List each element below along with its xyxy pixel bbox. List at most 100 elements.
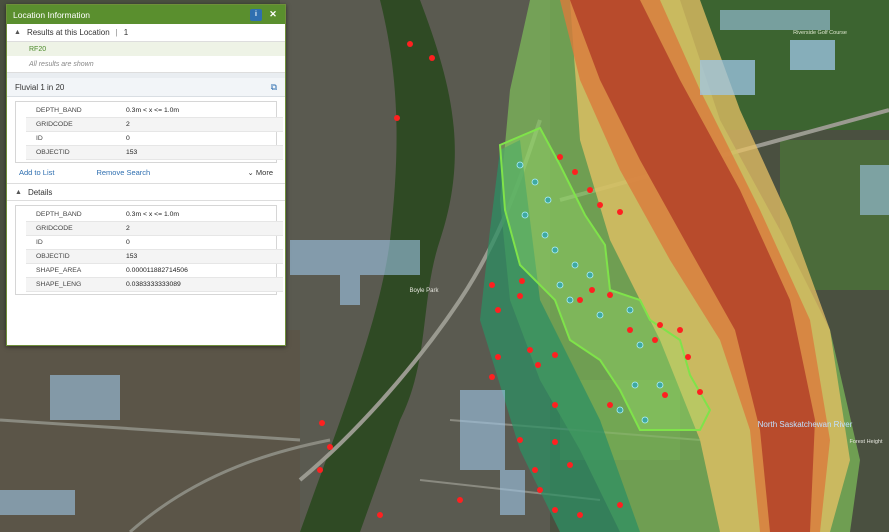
selected-location-point[interactable] <box>521 211 529 219</box>
close-icon[interactable]: ✕ <box>267 9 279 21</box>
location-point[interactable] <box>319 420 325 426</box>
location-point[interactable] <box>517 293 523 299</box>
location-point[interactable] <box>597 202 603 208</box>
location-point[interactable] <box>317 467 323 473</box>
location-point[interactable] <box>662 392 668 398</box>
selected-location-point[interactable] <box>551 246 559 254</box>
attribute-value: 0.3m < x <= 1.0m <box>116 208 283 222</box>
location-point[interactable] <box>327 444 333 450</box>
attribute-row: SHAPE_LENG 0.0383333333089 <box>26 277 283 292</box>
location-point[interactable] <box>617 209 623 215</box>
attribute-key: OBJECTID <box>26 145 116 160</box>
selected-location-point[interactable] <box>544 196 552 204</box>
flood-patch-blue <box>720 10 830 30</box>
results-header-label: Results at this Location <box>26 28 110 37</box>
chevron-up-icon: ▲ <box>14 29 21 36</box>
location-point[interactable] <box>495 307 501 313</box>
location-point[interactable] <box>552 439 558 445</box>
selected-location-point[interactable] <box>631 381 639 389</box>
location-point[interactable] <box>377 512 383 518</box>
location-point[interactable] <box>627 327 633 333</box>
result-item[interactable]: RF20 <box>7 42 285 56</box>
action-bar: Add to List Remove Search ⌄ More <box>7 163 285 181</box>
more-button[interactable]: ⌄ More <box>248 168 273 177</box>
selected-location-point[interactable] <box>516 161 524 169</box>
attribute-key: SHAPE_LENG <box>26 277 116 292</box>
location-point[interactable] <box>685 354 691 360</box>
location-point[interactable] <box>489 374 495 380</box>
selected-location-point[interactable] <box>641 416 649 424</box>
location-point[interactable] <box>552 507 558 513</box>
location-point[interactable] <box>552 402 558 408</box>
attribute-value: 0.0383333333089 <box>116 277 283 292</box>
location-point[interactable] <box>572 169 578 175</box>
attribute-row: DEPTH_BAND 0.3m < x <= 1.0m <box>26 104 283 118</box>
flood-patch-blue <box>0 490 75 515</box>
attribute-row: OBJECTID 153 <box>26 249 283 264</box>
selected-location-point[interactable] <box>656 381 664 389</box>
details-header[interactable]: ▲ Details <box>7 183 285 201</box>
location-point[interactable] <box>394 115 400 121</box>
selected-location-point[interactable] <box>571 261 579 269</box>
location-point[interactable] <box>495 354 501 360</box>
flood-patch-blue <box>460 390 505 470</box>
location-point[interactable] <box>589 287 595 293</box>
selected-location-point[interactable] <box>626 306 634 314</box>
location-point[interactable] <box>577 297 583 303</box>
attribute-row: ID 0 <box>26 235 283 250</box>
location-point[interactable] <box>407 41 413 47</box>
location-point[interactable] <box>652 337 658 343</box>
info-icon[interactable]: i <box>250 8 262 21</box>
flood-patch-blue <box>790 40 835 70</box>
location-point[interactable] <box>587 187 593 193</box>
flood-patch-blue <box>50 375 120 420</box>
selected-location-point[interactable] <box>616 406 624 414</box>
attribute-key: GRIDCODE <box>26 221 116 236</box>
park-label: Boyle Park <box>409 288 439 294</box>
layer-header: Fluvial 1 in 20 ⧉ <box>7 78 285 97</box>
selected-location-point[interactable] <box>531 178 539 186</box>
add-to-list-link[interactable]: Add to List <box>19 168 54 177</box>
attribute-key: ID <box>26 235 116 250</box>
selected-location-point[interactable] <box>566 296 574 304</box>
location-point[interactable] <box>532 467 538 473</box>
location-point[interactable] <box>489 282 495 288</box>
location-point[interactable] <box>552 352 558 358</box>
location-point[interactable] <box>607 402 613 408</box>
location-point[interactable] <box>617 502 623 508</box>
location-point[interactable] <box>577 512 583 518</box>
summary-table-box: DEPTH_BAND 0.3m < x <= 1.0m GRIDCODE 2 ID 0 OB… <box>15 101 283 163</box>
location-point[interactable] <box>537 487 543 493</box>
location-point[interactable] <box>567 462 573 468</box>
location-point[interactable] <box>527 347 533 353</box>
results-separator: | <box>115 28 118 37</box>
location-point[interactable] <box>657 322 663 328</box>
selected-location-point[interactable] <box>596 311 604 319</box>
location-point[interactable] <box>429 55 435 61</box>
location-point[interactable] <box>535 362 541 368</box>
location-point[interactable] <box>517 437 523 443</box>
location-point[interactable] <box>557 154 563 160</box>
layer-title: Fluvial 1 in 20 <box>15 82 65 92</box>
results-header[interactable]: ▲ Results at this Location | 1 <box>7 24 285 42</box>
attribute-key: SHAPE_AREA <box>26 263 116 278</box>
attribute-row: ID 0 <box>26 131 283 146</box>
summary-table: DEPTH_BAND 0.3m < x <= 1.0m GRIDCODE 2 ID 0 OB… <box>26 104 283 160</box>
chevron-down-icon: ⌄ <box>247 167 256 177</box>
selected-location-point[interactable] <box>636 341 644 349</box>
attribute-row: OBJECTID 153 <box>26 145 283 160</box>
result-name: RF20 <box>29 45 47 53</box>
selected-location-point[interactable] <box>556 281 564 289</box>
location-point[interactable] <box>519 278 525 284</box>
attribute-key: DEPTH_BAND <box>26 104 116 118</box>
remove-search-link[interactable]: Remove Search <box>96 168 150 177</box>
location-point[interactable] <box>697 389 703 395</box>
chevron-up-icon: ▲ <box>15 188 22 196</box>
location-point[interactable] <box>457 497 463 503</box>
location-point[interactable] <box>677 327 683 333</box>
zoom-to-icon[interactable]: ⧉ <box>271 82 277 93</box>
selected-location-point[interactable] <box>586 271 594 279</box>
selected-location-point[interactable] <box>541 231 549 239</box>
details-table-box: DEPTH_BAND 0.3m < x <= 1.0m GRIDCODE 2 ID 0 OB… <box>15 205 283 295</box>
location-point[interactable] <box>607 292 613 298</box>
